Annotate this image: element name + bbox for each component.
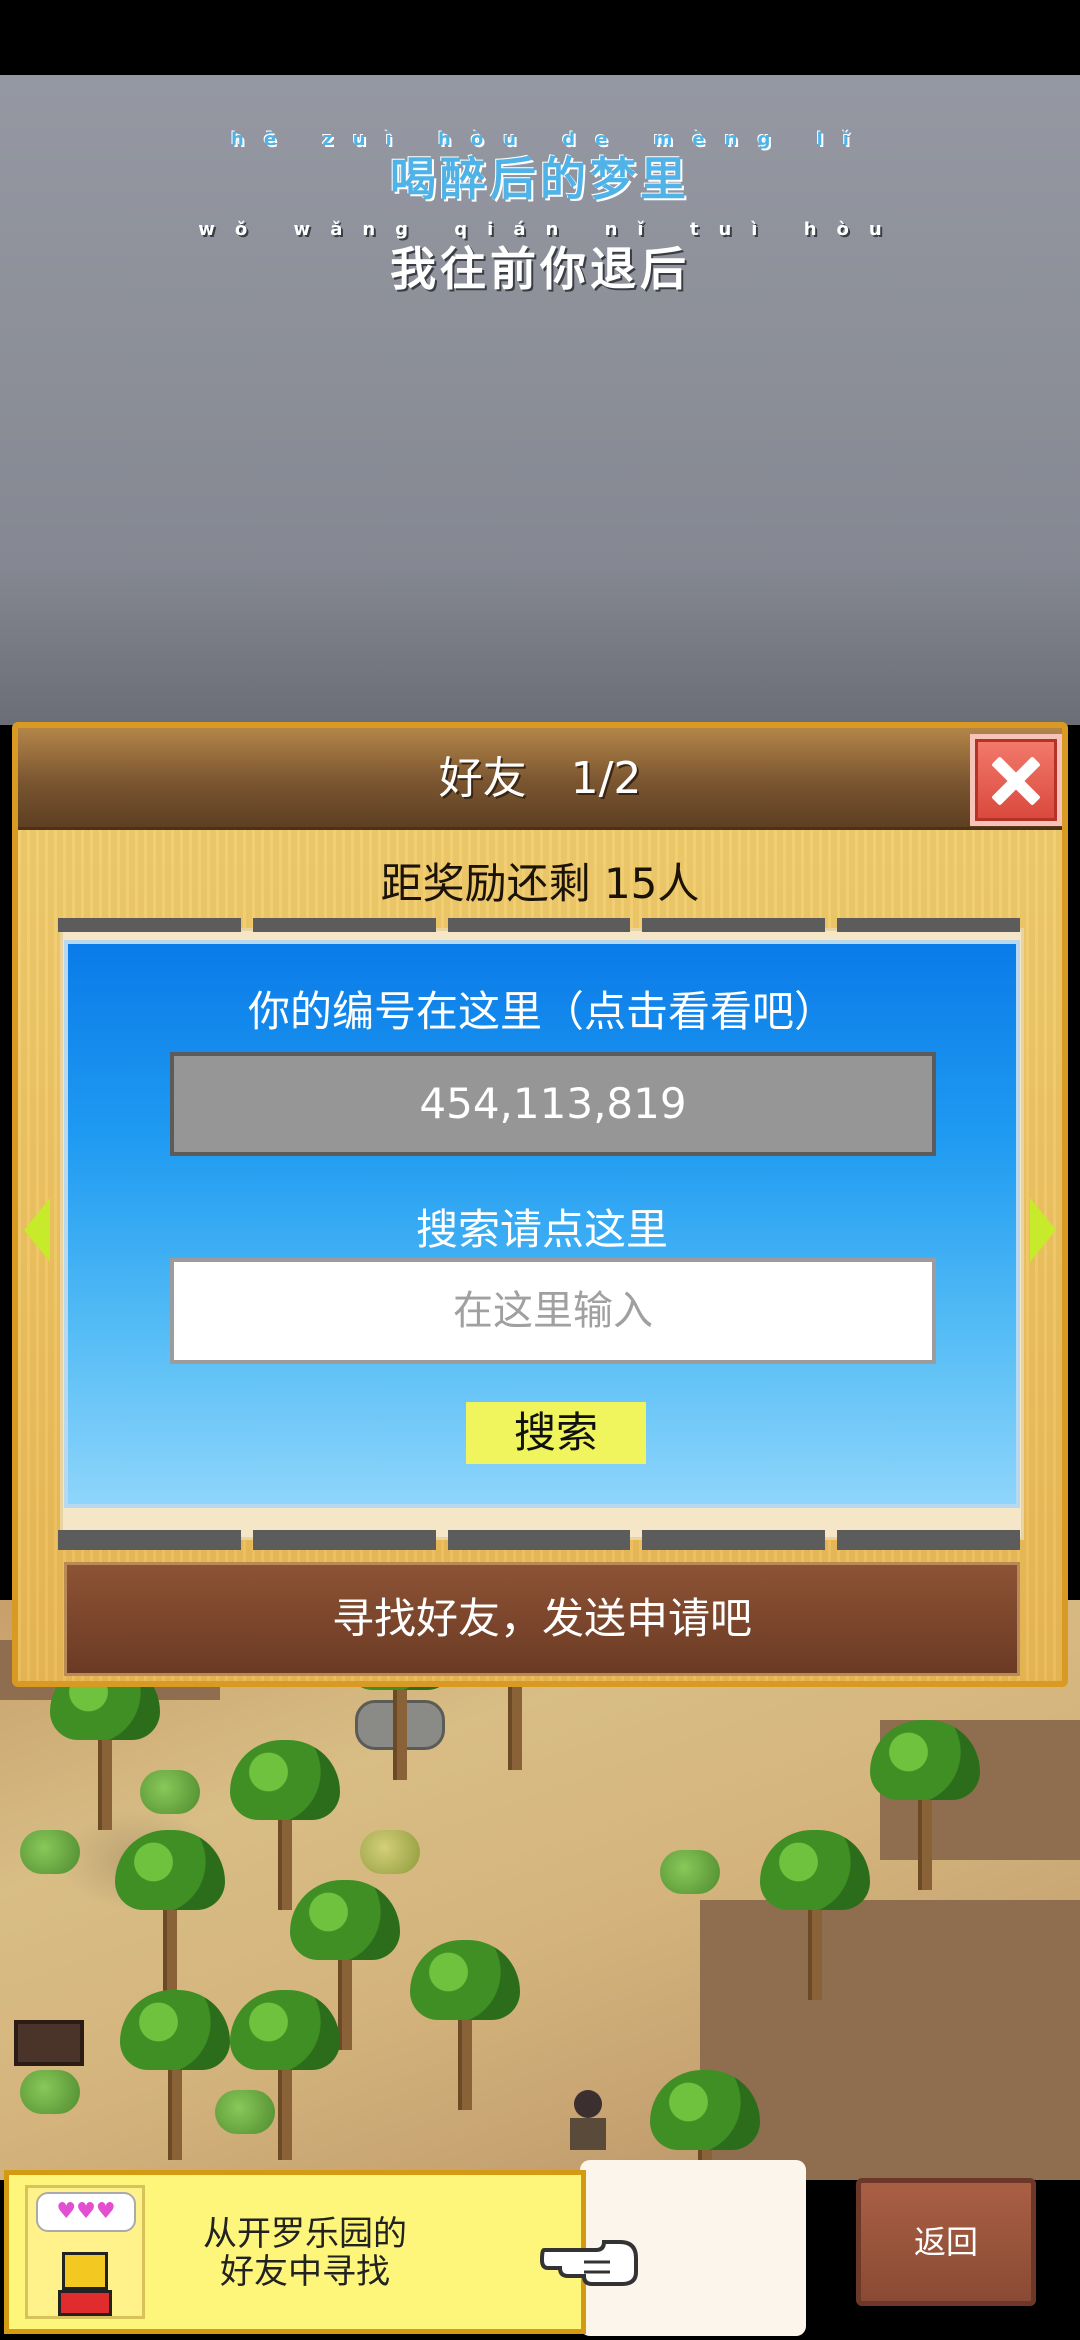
bottom-bar: ♥♥♥ 从开罗乐园的 好友中寻找 返回 [0, 2160, 1080, 2340]
bush [660, 1850, 720, 1894]
treasure-chest [14, 2020, 84, 2066]
close-icon[interactable] [970, 734, 1062, 826]
palm-tree [410, 1940, 520, 2110]
id-label: 你的编号在这里（点击看看吧） [247, 987, 836, 1036]
game-scene[interactable] [0, 1600, 1080, 2180]
explorer-character [570, 2090, 606, 2150]
back-button[interactable]: 返回 [856, 2178, 1036, 2306]
lyric-text: 喝醉后的梦里 [390, 152, 690, 206]
palm-tree [760, 1830, 870, 2000]
search-label: 搜索请点这里 [415, 1205, 668, 1254]
search-input[interactable]: 在这里输入 [170, 1258, 936, 1364]
bush [140, 1770, 200, 1814]
dialog-title: 好友 1/2 [438, 753, 642, 804]
mascot-body [58, 2290, 112, 2316]
cactus-cluster [360, 1830, 420, 1874]
lyric-pinyin: wǒ wǎng qián nǐ tuì hòu [198, 219, 902, 240]
search-button[interactable]: 搜索 [466, 1402, 646, 1464]
mascot-head [62, 2252, 108, 2290]
lyric-text: 我往前你退后 [390, 242, 690, 296]
find-friends-button[interactable]: 寻找好友，发送申请吧 [64, 1562, 1020, 1676]
friends-dialog: 好友 1/2 距奖励还剩 15人 你的编号在这里（点击看看吧） 454,113,… [12, 722, 1068, 1687]
tray-tabs-bottom [58, 1530, 1020, 1550]
banner-text-line-1: 从开罗乐园的 [203, 2214, 407, 2254]
dialog-header: 好友 1/2 [18, 728, 1062, 830]
kairo-friends-banner[interactable]: ♥♥♥ 从开罗乐园的 好友中寻找 [4, 2170, 586, 2334]
banner-text: 从开罗乐园的 好友中寻找 [155, 2215, 455, 2291]
status-bar [0, 0, 1080, 75]
lyric-line-2: wǒ wǎng qián nǐ tuì hòu 我往前你退后 [0, 218, 1080, 296]
lyric-pinyin: hē zuì hòu de mèng lǐ [231, 129, 869, 150]
bush [20, 1830, 80, 1874]
tray-tabs-top [58, 918, 1020, 932]
palm-tree [120, 1990, 230, 2160]
hearts-bubble: ♥♥♥ [36, 2192, 136, 2232]
mascot-avatar: ♥♥♥ [25, 2185, 145, 2319]
palm-tree [115, 1830, 225, 2000]
player-id-box[interactable]: 454,113,819 [170, 1052, 936, 1156]
bush [20, 2070, 80, 2114]
friend-id-panel: 你的编号在这里（点击看看吧） 454,113,819 搜索请点这里 在这里输入 … [64, 940, 1020, 1508]
lyric-line-1: hē zuì hòu de mèng lǐ 喝醉后的梦里 [0, 128, 1080, 206]
banner-text-line-2: 好友中寻找 [220, 2252, 390, 2292]
palm-tree [870, 1720, 980, 1890]
arrow-left-icon[interactable] [24, 1198, 50, 1262]
reward-remaining-text: 距奖励还剩 15人 [380, 859, 700, 908]
pointing-hand-icon [540, 2240, 638, 2286]
arrow-right-icon[interactable] [1030, 1198, 1056, 1262]
palm-tree [230, 1990, 340, 2160]
bush [215, 2090, 275, 2134]
